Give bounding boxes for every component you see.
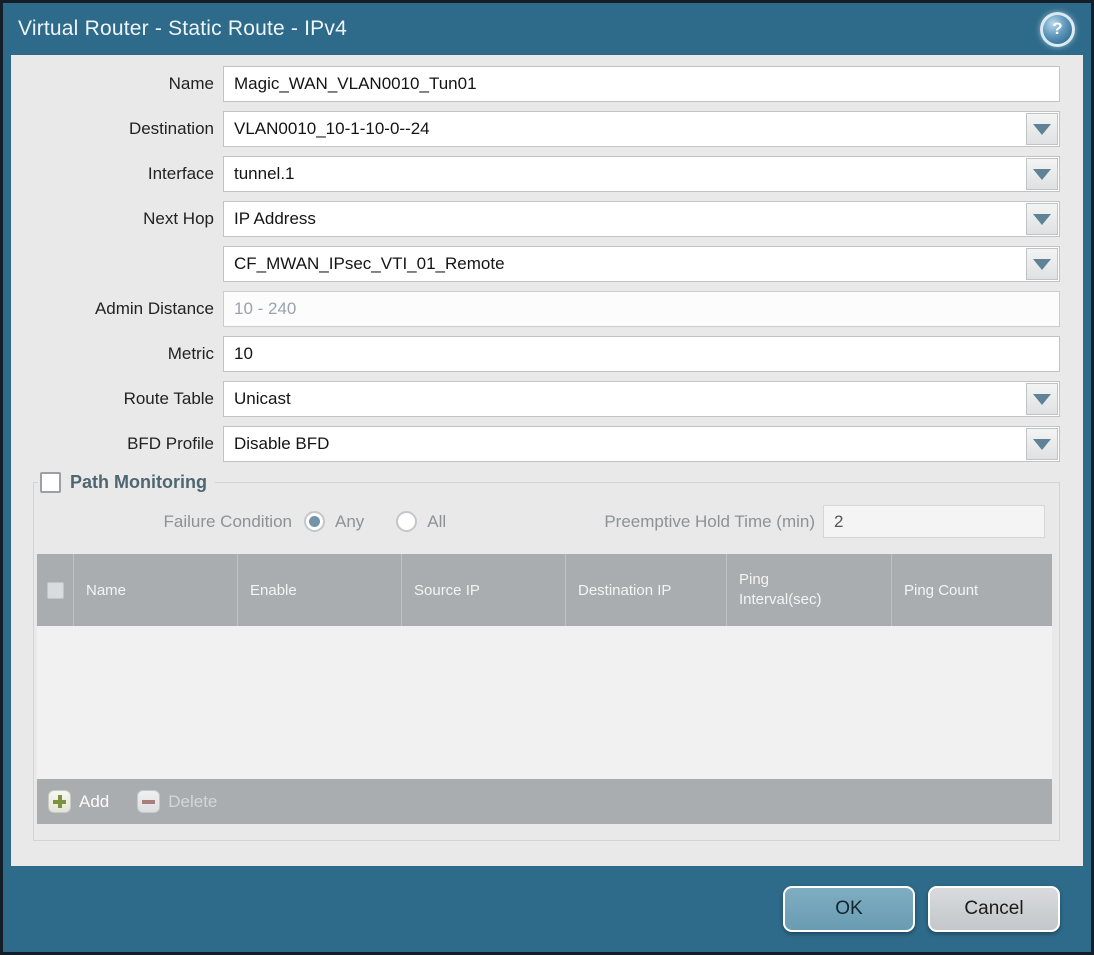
bfd-profile-input[interactable]	[223, 426, 1060, 462]
failure-condition-label: Failure Condition	[163, 511, 292, 531]
metric-input[interactable]	[223, 336, 1060, 372]
column-header-enable: Enable	[238, 554, 402, 626]
column-header-source-ip: Source IP	[402, 554, 566, 626]
form-row-route-table: Route Table	[19, 381, 1060, 417]
column-header-name: Name	[74, 554, 238, 626]
chevron-down-icon	[1033, 438, 1051, 450]
bfd-profile-field-wrap	[223, 426, 1060, 462]
metric-label: Metric	[167, 344, 214, 363]
cancel-button[interactable]: Cancel	[928, 886, 1060, 932]
interface-input[interactable]	[223, 156, 1060, 192]
dialog-body: Name Destination Interface Next Hop	[11, 55, 1083, 866]
destination-field-wrap	[223, 111, 1060, 147]
name-input[interactable]	[223, 66, 1060, 102]
next-hop-address-dropdown-button[interactable]	[1026, 248, 1058, 280]
admin-distance-label: Admin Distance	[94, 299, 214, 318]
add-button-label: Add	[79, 791, 110, 811]
dialog-footer: OK Cancel	[3, 866, 1091, 952]
radio-all[interactable]	[396, 511, 418, 532]
chevron-down-icon	[1033, 393, 1051, 405]
ok-button[interactable]: OK	[783, 886, 915, 932]
chevron-down-icon	[1033, 168, 1051, 180]
form-row-admin-distance: Admin Distance	[19, 291, 1060, 327]
select-all-checkbox[interactable]	[46, 581, 64, 599]
failure-condition-any-option: Any	[304, 511, 364, 532]
chevron-down-icon	[1033, 213, 1051, 225]
next-hop-address-input[interactable]	[223, 246, 1060, 282]
path-monitoring-section: Path Monitoring Failure Condition Any Al…	[33, 472, 1060, 841]
column-header-destination-ip: Destination IP	[566, 554, 727, 626]
preemptive-hold-time-label: Preemptive Hold Time (min)	[604, 511, 815, 531]
column-header-ping-interval: Ping Interval(sec)	[727, 554, 892, 626]
destination-label: Destination	[128, 119, 214, 138]
metric-field-wrap	[223, 336, 1060, 372]
route-table-dropdown-button[interactable]	[1026, 383, 1058, 415]
delete-button[interactable]: Delete	[137, 790, 217, 813]
form-row-name: Name	[19, 66, 1060, 102]
titlebar: Virtual Router - Static Route - IPv4 ?	[3, 3, 1091, 55]
delete-button-label: Delete	[168, 791, 218, 811]
chevron-down-icon	[1033, 123, 1051, 135]
preemptive-hold-time-input[interactable]	[823, 505, 1045, 538]
table-toolbar: Add Delete	[37, 779, 1052, 824]
table-body-empty	[37, 626, 1052, 779]
next-hop-address-field-wrap	[223, 246, 1060, 282]
form-row-bfd-profile: BFD Profile	[19, 426, 1060, 462]
next-hop-type-input[interactable]	[223, 201, 1060, 237]
radio-any[interactable]	[304, 511, 325, 532]
admin-distance-input[interactable]	[223, 291, 1060, 327]
preemptive-hold-time-field-wrap	[823, 505, 1045, 538]
destination-dropdown-button[interactable]	[1026, 113, 1058, 145]
form-row-metric: Metric	[19, 336, 1060, 372]
radio-any-label: Any	[335, 511, 365, 531]
interface-label: Interface	[147, 164, 214, 183]
form-row-destination: Destination	[19, 111, 1060, 147]
admin-distance-field-wrap	[223, 291, 1060, 327]
form-row-next-hop: Next Hop	[19, 201, 1060, 237]
table-header-row: Name Enable Source IP Destination IP Pin…	[37, 554, 1052, 626]
path-monitoring-legend: Path Monitoring	[38, 472, 215, 493]
header-select-all-cell	[37, 554, 74, 626]
column-header-ping-count: Ping Count	[904, 581, 979, 599]
bfd-profile-dropdown-button[interactable]	[1026, 428, 1058, 460]
add-button[interactable]: Add	[48, 790, 109, 813]
path-monitoring-checkbox[interactable]	[40, 472, 61, 493]
failure-condition-all-option: All	[396, 511, 446, 532]
minus-icon	[137, 790, 161, 813]
form-row-interface: Interface	[19, 156, 1060, 192]
next-hop-label: Next Hop	[143, 209, 214, 228]
bfd-profile-label: BFD Profile	[127, 434, 214, 453]
name-label: Name	[168, 74, 214, 93]
radio-all-label: All	[427, 511, 447, 531]
path-monitoring-table: Name Enable Source IP Destination IP Pin…	[37, 554, 1052, 824]
route-table-input[interactable]	[223, 381, 1060, 417]
path-monitoring-title: Path Monitoring	[70, 472, 207, 492]
plus-icon	[48, 790, 71, 813]
next-hop-field-wrap	[223, 201, 1060, 237]
route-table-field-wrap	[223, 381, 1060, 417]
chevron-down-icon	[1033, 258, 1051, 270]
interface-field-wrap	[223, 156, 1060, 192]
dialog-title: Virtual Router - Static Route - IPv4	[18, 17, 347, 40]
interface-dropdown-button[interactable]	[1026, 158, 1058, 190]
failure-condition-row: Failure Condition Any All Preemptive Hol…	[34, 505, 1059, 538]
destination-input[interactable]	[223, 111, 1060, 147]
next-hop-dropdown-button[interactable]	[1026, 203, 1058, 235]
name-field-wrap	[223, 66, 1060, 102]
dialog-window: Virtual Router - Static Route - IPv4 ? N…	[3, 3, 1091, 952]
help-icon[interactable]: ?	[1040, 11, 1075, 47]
route-table-label: Route Table	[123, 389, 214, 408]
form-row-next-hop-address	[19, 246, 1060, 282]
